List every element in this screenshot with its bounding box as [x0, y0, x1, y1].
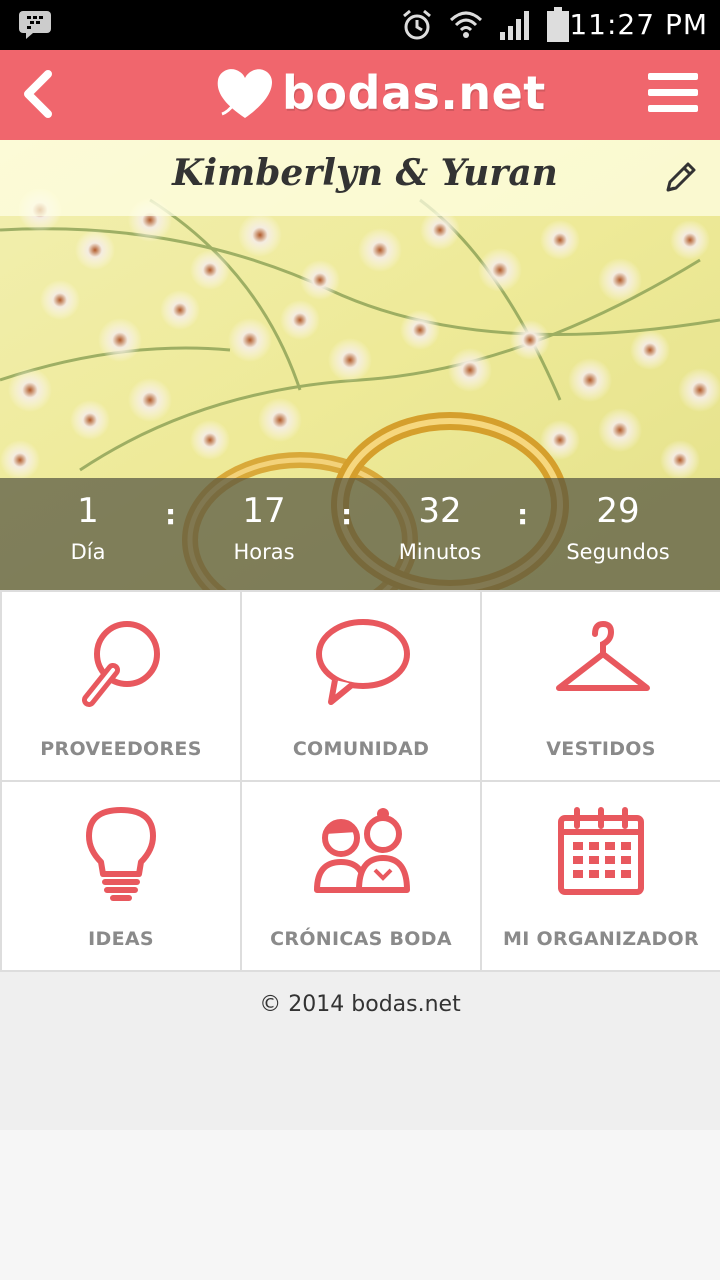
signal-icon: [500, 11, 529, 40]
countdown-minutes-value: 32: [418, 491, 462, 531]
speech-bubble-icon: [316, 619, 410, 705]
menu-tile-label: PROVEEDORES: [40, 738, 202, 760]
calendar-icon: [558, 807, 644, 895]
countdown-seconds-label: Segundos: [566, 540, 670, 564]
magnifier-icon: [82, 621, 160, 707]
menu-tile-cronicas-boda[interactable]: CRÓNICAS BODA: [242, 782, 480, 970]
menu-tile-proveedores[interactable]: PROVEEDORES: [2, 592, 240, 780]
back-icon[interactable]: [14, 64, 64, 124]
menu-tile-label: MI ORGANIZADOR: [503, 928, 699, 950]
status-time: 11:27 PM: [569, 8, 708, 41]
countdown-minutes-label: Minutos: [398, 540, 482, 564]
countdown-seconds-value: 29: [596, 491, 640, 531]
heart-logo-icon: [217, 69, 272, 118]
hanger-icon: [556, 620, 650, 691]
couple-icon: [314, 808, 410, 893]
lightbulb-icon: [86, 807, 156, 901]
couple-names: Kimberlyn & Yuran: [172, 152, 558, 194]
pencil-icon[interactable]: [660, 158, 700, 198]
countdown-days-value: 1: [77, 491, 99, 531]
menu-grid: PROVEEDORES COMUNIDAD VESTIDOS IDEAS CRÓ…: [0, 590, 720, 972]
countdown-days: 1 Día: [3, 490, 173, 572]
battery-icon: [547, 7, 569, 42]
couple-name-bar: Kimberlyn & Yuran: [0, 140, 720, 216]
countdown-hours-label: Horas: [233, 540, 295, 564]
menu-tile-mi-organizador[interactable]: MI ORGANIZADOR: [482, 782, 720, 970]
copyright-text: © 2014 bodas.net: [259, 992, 461, 1017]
countdown-separator: :: [517, 498, 529, 531]
countdown-separator: :: [165, 498, 177, 531]
menu-tile-label: CRÓNICAS BODA: [270, 928, 452, 950]
status-bar: 11:27 PM: [0, 0, 720, 50]
status-icons: [400, 6, 570, 44]
wifi-icon: [449, 11, 483, 38]
alarm-icon: [403, 9, 431, 40]
menu-tile-vestidos[interactable]: VESTIDOS: [482, 592, 720, 780]
countdown-minutes: 32 Minutos: [355, 490, 525, 572]
brand-name: bodas.net: [282, 66, 546, 120]
hamburger-menu-icon[interactable]: [648, 70, 700, 116]
menu-tile-comunidad[interactable]: COMUNIDAD: [242, 592, 480, 780]
footer: © 2014 bodas.net: [0, 972, 720, 1130]
countdown-hours-value: 17: [242, 491, 286, 531]
bbm-icon: [19, 11, 51, 39]
countdown-bar: 1 Día : 17 Horas : 32 Minutos : 29 Segun…: [0, 478, 720, 590]
brand-logo[interactable]: bodas.net: [214, 58, 546, 128]
menu-tile-label: IDEAS: [88, 928, 154, 950]
app-bar: bodas.net: [0, 50, 720, 140]
countdown-seconds: 29 Segundos: [533, 490, 703, 572]
countdown-hours: 17 Horas: [179, 490, 349, 572]
hero-banner: Kimberlyn & Yuran 1 Día : 17 Horas : 32 …: [0, 140, 720, 590]
countdown-days-label: Día: [70, 540, 106, 564]
menu-tile-label: COMUNIDAD: [292, 738, 430, 760]
countdown-separator: :: [341, 498, 353, 531]
menu-tile-ideas[interactable]: IDEAS: [2, 782, 240, 970]
menu-tile-label: VESTIDOS: [546, 738, 656, 760]
